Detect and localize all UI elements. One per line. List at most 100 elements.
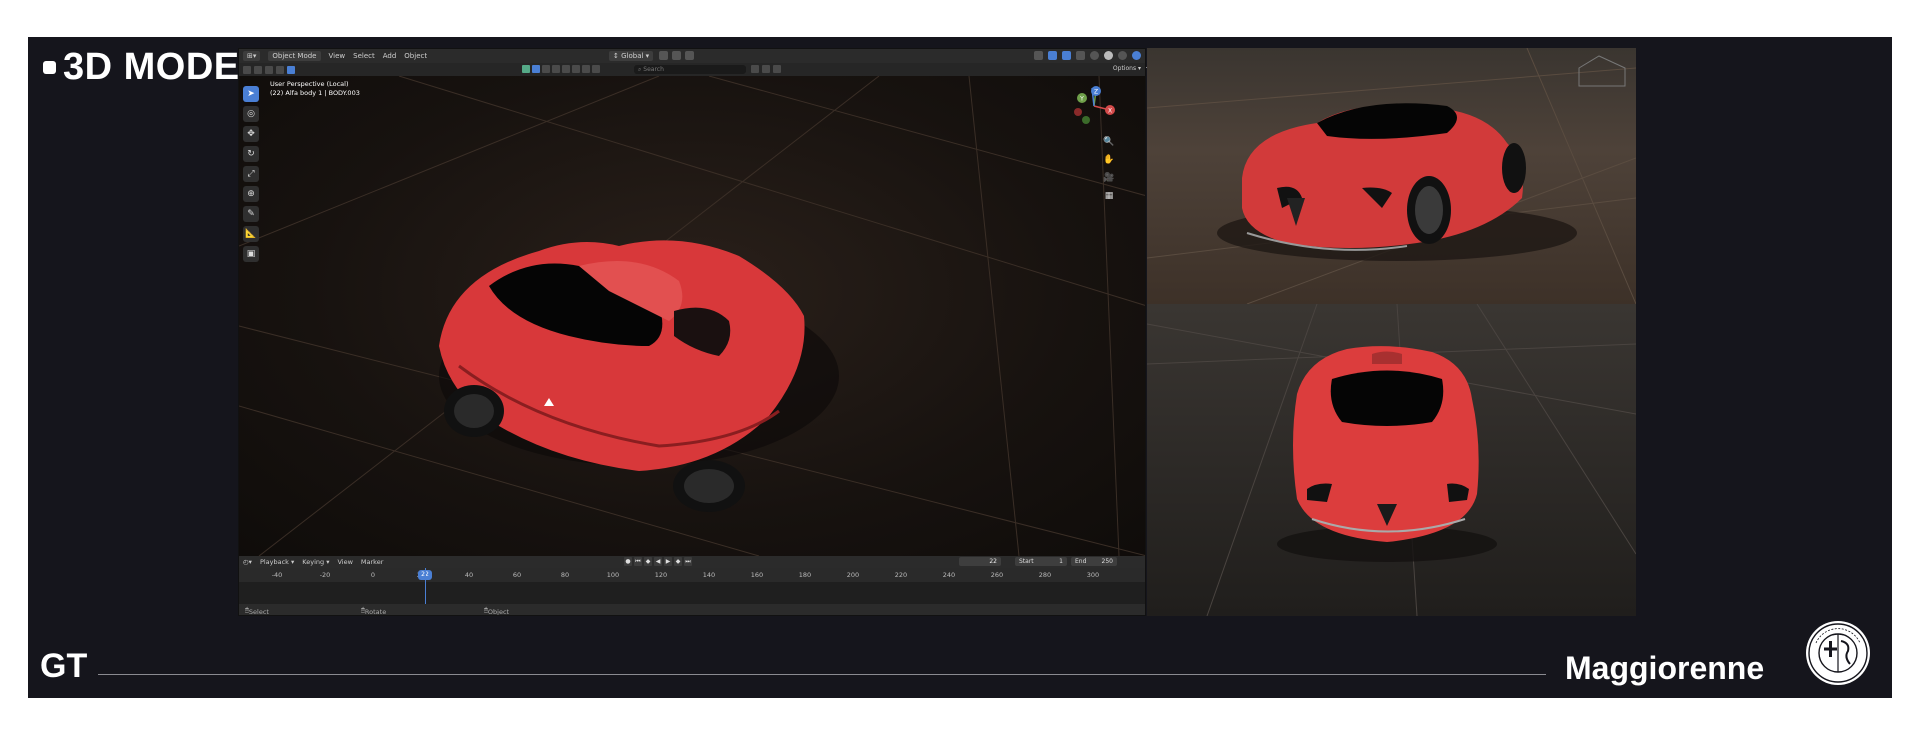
hierarchy-icon[interactable] [762,65,770,73]
pivot-snap-group [659,51,694,60]
next-key-icon[interactable]: ◆ [674,557,682,566]
rotate-tool[interactable]: ↻ [243,146,259,162]
filter-extra-icon[interactable] [592,65,600,73]
add-cube-tool[interactable]: ▣ [243,246,259,262]
navigation-tools: 🔍 ✋ 🎥 ▦ [1103,136,1115,202]
prev-key-icon[interactable]: ◆ [644,557,652,566]
jump-end-icon[interactable]: ⏭ [684,557,692,566]
timeline-tick: 100 [606,571,620,579]
menu-timeline-view[interactable]: View [337,558,352,566]
select-invert-icon[interactable] [276,65,284,74]
status-rotate: 🖱 Rotate View [361,606,387,616]
rendered-shading-icon[interactable] [1132,51,1141,60]
grid-view-icon[interactable]: ▦ [1103,190,1115,202]
orientation-dropdown[interactable]: ↕ Global ▾ [609,51,654,61]
blender-window: ⊞▾ Object Mode View Select Add Object ↕ … [238,48,1146,616]
funnel-icon[interactable] [773,65,781,73]
play-reverse-icon[interactable]: ◀ [654,557,662,566]
select-mode-icon[interactable] [243,65,251,74]
zoom-icon[interactable]: 🔍 [1103,136,1115,148]
svg-text:Z: Z [1094,89,1098,96]
play-icon[interactable]: ▶ [664,557,672,566]
end-frame-field[interactable]: End 250 [1071,557,1117,566]
select-intersect-icon[interactable] [287,65,295,74]
car-model-top-view [439,240,839,512]
svg-text:Y: Y [1079,96,1084,103]
viewport-search-input[interactable]: ⌕ Search [634,65,746,74]
timeline-track[interactable] [239,582,1145,604]
editor-type-button[interactable]: ⊞▾ [243,51,261,61]
navigation-gizmo[interactable]: Z X Y [1072,84,1116,128]
filter-curve-icon[interactable] [542,65,550,73]
select-extend-icon[interactable] [254,65,262,74]
options-dropdown[interactable]: Options ▾ [1113,65,1141,72]
status-object: 🖱 Object [484,606,510,616]
filter-check-icon[interactable] [522,65,530,73]
menu-marker[interactable]: Marker [361,558,383,566]
menu-view[interactable]: View [329,52,346,60]
menu-object[interactable]: Object [404,52,427,60]
menu-playback[interactable]: Playback ▾ [260,558,294,566]
blender-subheader: ⌕ Search Options ▾ [239,63,1145,76]
timeline-editor-type[interactable]: ◴▾ [243,558,252,566]
timeline-tick: 160 [750,571,764,579]
cursor-tool[interactable]: ◎ [243,106,259,122]
timeline-tick: -20 [319,571,331,579]
playhead-line[interactable] [425,568,426,604]
car-render-front-quarter [1147,48,1636,304]
timeline-header: ◴▾ Playback ▾ Keying ▾ View Marker ● ⏮ ◆… [239,556,1145,568]
wireframe-shading-icon[interactable] [1090,51,1099,60]
timeline-tick: 0 [370,571,376,579]
jump-start-icon[interactable]: ⏮ [634,557,642,566]
pan-icon[interactable]: ✋ [1103,154,1115,166]
xray-icon[interactable] [1076,51,1085,60]
camera-view-icon[interactable]: 🎥 [1103,172,1115,184]
visibility-icon[interactable] [1034,51,1043,60]
current-frame-field[interactable]: 22 [959,557,1001,566]
3d-viewport[interactable]: User Perspective (Local) (22) Alfa body … [239,76,1145,556]
pivot-icon[interactable] [659,51,668,60]
filter-other-icon[interactable] [582,65,590,73]
tool-shelf: ➤ ◎ ✥ ↻ ⤢ ⊕ ✎ 📐 ▣ [243,86,259,262]
bookmark-icon[interactable] [751,65,759,73]
timeline-tick: 40 [464,571,474,579]
menu-keying[interactable]: Keying ▾ [302,558,329,566]
transform-tool[interactable]: ⊕ [243,186,259,202]
move-tool[interactable]: ✥ [243,126,259,142]
overlay-toggle-icon[interactable] [1062,51,1071,60]
start-frame-field[interactable]: Start 1 [1015,557,1067,566]
menu-select[interactable]: Select [353,52,375,60]
measure-tool[interactable]: 📐 [243,226,259,242]
timeline-tick: 260 [990,571,1004,579]
record-icon[interactable]: ● [624,557,632,566]
material-shading-icon[interactable] [1118,51,1127,60]
car-render-front [1147,304,1636,616]
proportional-icon[interactable] [685,51,694,60]
footer-divider [98,674,1546,675]
render-preview-front [1147,304,1636,616]
menu-add[interactable]: Add [383,52,397,60]
filter-icons [522,65,600,73]
active-object-label: (22) Alfa body 1 | BODY.003 [270,89,360,97]
viewport-info: User Perspective (Local) (22) Alfa body … [270,80,360,98]
object-mode-dropdown[interactable]: Object Mode [268,51,321,61]
scale-tool[interactable]: ⤢ [243,166,259,182]
timeline-ruler[interactable]: -40-200204060801001201401601802002202402… [239,568,1145,582]
gizmo-toggle-icon[interactable] [1048,51,1057,60]
perspective-label: User Perspective (Local) [270,80,349,88]
solid-shading-icon[interactable] [1104,51,1113,60]
select-box-tool[interactable]: ➤ [243,86,259,102]
timeline-tick: 140 [702,571,716,579]
filter-mesh-icon[interactable] [532,65,540,73]
filter-camera-icon[interactable] [562,65,570,73]
shading-group [1034,51,1141,60]
timeline-tick: -40 [271,571,283,579]
snap-icon[interactable] [672,51,681,60]
select-subtract-icon[interactable] [265,65,273,74]
timeline-tick: 80 [560,571,570,579]
timeline-tick: 60 [512,571,522,579]
annotate-tool[interactable]: ✎ [243,206,259,222]
filter-light-icon[interactable] [552,65,560,73]
filter-empty-icon[interactable] [572,65,580,73]
status-select: 🖱 Select [245,606,269,616]
